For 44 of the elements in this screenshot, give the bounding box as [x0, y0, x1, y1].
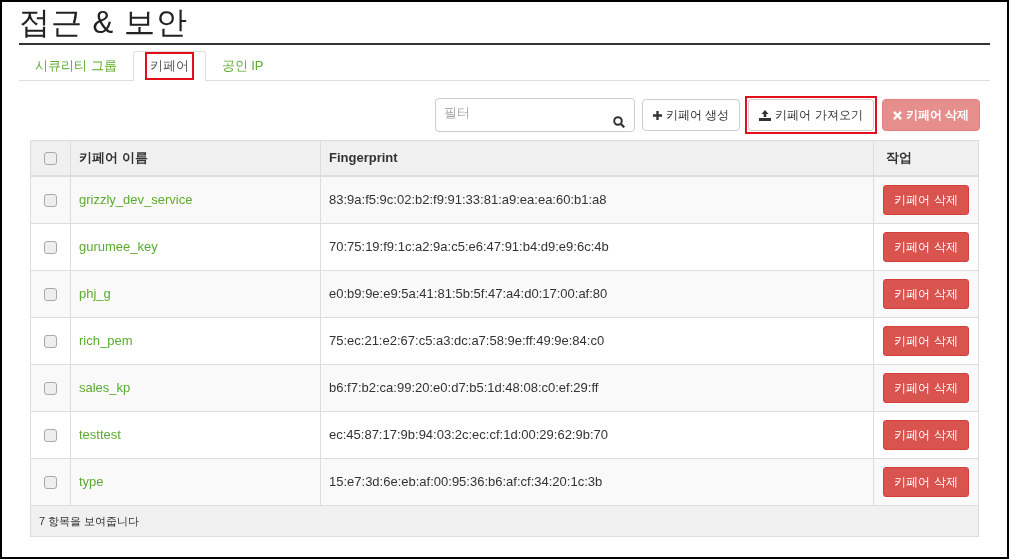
checkbox[interactable]: [44, 475, 57, 489]
table-cell-text: e0:b9:9e:e9:5a:41:81:5b:5f:47:a4:d0:17:00:af:80: [329, 285, 608, 304]
column-header: Fingerprint: [329, 149, 398, 168]
create-button[interactable]: 키페어 생성: [641, 99, 741, 131]
delete-button[interactable]: 키페어 삭제: [883, 373, 969, 403]
search-icon: [612, 116, 625, 128]
delete-button[interactable]: 키페어 삭제: [883, 467, 969, 497]
table-cell-text: 70:75:19:f9:1c:a2:9a:c5:e6:47:91:b4:d9:e9:6c:4b: [329, 238, 609, 257]
tab[interactable]: 키페어: [132, 51, 206, 81]
delete-button[interactable]: 키페어 삭제: [883, 326, 969, 356]
checkbox[interactable]: [44, 240, 57, 254]
close-icon: [892, 110, 902, 120]
checkbox[interactable]: [44, 151, 57, 165]
table-cell-text: 83:9a:f5:9c:02:b2:f9:91:33:81:a9:ea:ea:60:b1:a8: [329, 191, 607, 210]
delete-button[interactable]: 키페어 삭제: [883, 420, 969, 450]
column-header: 키페어 이름: [79, 149, 148, 168]
table-cell-text: 15:e7:3d:6e:eb:af:00:95:36:b6:af:cf:34:20:1c:3b: [329, 473, 603, 492]
keypair-name-link[interactable]: sales_kp: [79, 378, 131, 398]
tab[interactable]: 시큐리티 그룹: [19, 51, 133, 80]
checkbox[interactable]: [44, 381, 57, 395]
delete-button[interactable]: 키페어 삭제: [883, 232, 969, 262]
keypair-name-link[interactable]: phj_g: [79, 284, 111, 304]
table-cell-text: ec:45:87:17:9b:94:03:2c:ec:cf:1d:00:29:62:9b:70: [329, 426, 608, 445]
page-title: 접근 & 보안: [19, 4, 189, 42]
table-cell-text: b6:f7:b2:ca:99:20:e0:d7:b5:1d:48:08:c0:ef:29:ff: [329, 379, 599, 398]
tab[interactable]: 공인 IP: [205, 51, 280, 80]
column-header: 작업: [886, 149, 912, 168]
import-button[interactable]: 키페어 가져오기: [748, 99, 874, 131]
footer-text: 7 항목을 보여줍니다: [39, 513, 140, 529]
keypair-name-link[interactable]: testtest: [79, 425, 121, 445]
delete-button[interactable]: 키페어 삭제: [883, 279, 969, 309]
checkbox[interactable]: [44, 334, 57, 348]
checkbox[interactable]: [44, 193, 57, 207]
keypair-name-link[interactable]: type: [79, 472, 104, 492]
delete-button[interactable]: 키페어 삭제: [883, 185, 969, 215]
checkbox[interactable]: [44, 287, 57, 301]
plus-icon: [652, 110, 662, 120]
checkbox[interactable]: [44, 428, 57, 442]
upload-icon: [759, 109, 772, 121]
keypair-name-link[interactable]: rich_pem: [79, 331, 133, 351]
keypair-name-link[interactable]: gurumee_key: [79, 237, 158, 257]
table-cell-text: 75:ec:21:e2:67:c5:a3:dc:a7:58:9e:ff:49:9e:84:c0: [329, 332, 605, 351]
filter-field[interactable]: 필터: [434, 98, 635, 132]
keypair-name-link[interactable]: grizzly_dev_service: [79, 190, 193, 210]
